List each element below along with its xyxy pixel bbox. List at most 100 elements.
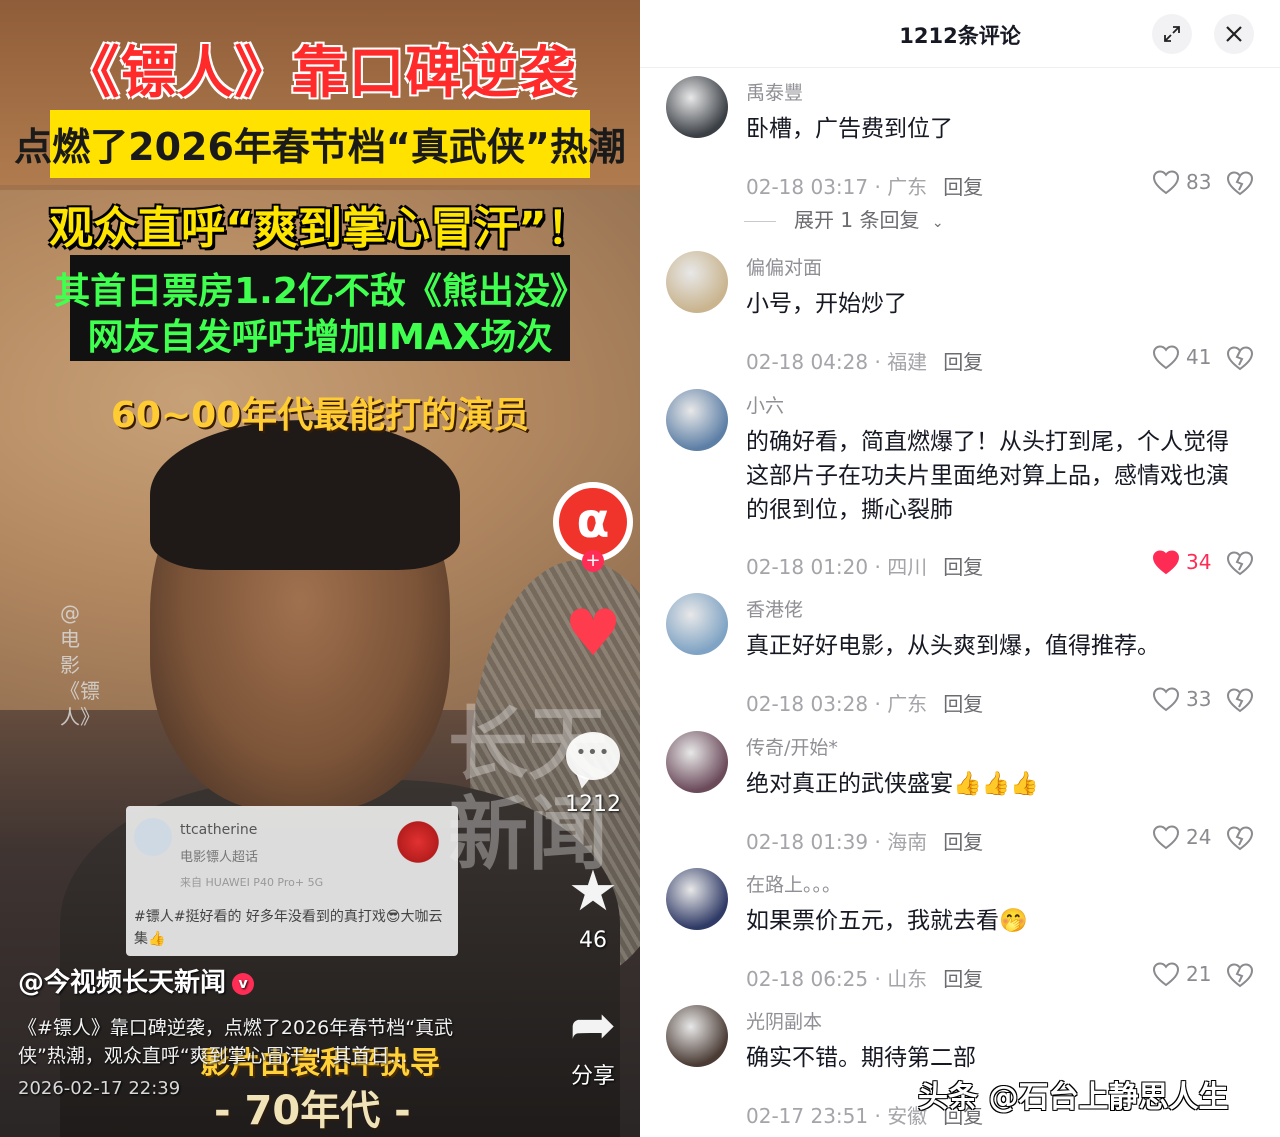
comment-text: 的确好看，简直燃爆了！从头打到尾，个人觉得这部片子在功夫片里面绝对算上品，感情戏… <box>746 429 1229 523</box>
broken-heart-icon[interactable] <box>1226 344 1254 372</box>
comment-like-count: 21 <box>1186 962 1212 986</box>
comment-time: 02-18 01:39 <box>746 830 869 854</box>
comments-panel: 1212条评论 禹泰豐 卧槽，广告费到位了 02-18 03:17 · 广东 回复 83… <box>640 0 1280 1137</box>
comment-like-button[interactable]: 41 <box>1152 344 1211 370</box>
broken-heart-icon[interactable] <box>1226 686 1254 714</box>
comment-text: 如果票价五元，我就去看🤭 <box>746 908 1028 934</box>
follow-plus-icon[interactable]: + <box>582 550 604 572</box>
heart-icon[interactable] <box>1152 169 1180 195</box>
reply-button[interactable]: 回复 <box>943 350 983 374</box>
reply-button[interactable]: 回复 <box>943 692 983 716</box>
heart-icon[interactable]: ♥ <box>548 602 638 666</box>
video-headline-5: 60~00年代最能打的演员 <box>110 395 530 436</box>
broken-heart-icon[interactable] <box>1226 824 1254 852</box>
comment-username[interactable]: 光阴副本 <box>746 1007 822 1034</box>
comment-meta: 02-18 03:17 · 广东 回复 <box>746 171 983 200</box>
comment-text: 绝对真正的武侠盛宴👍👍👍 <box>746 771 1039 797</box>
expand-line <box>744 221 776 222</box>
comment-avatar[interactable] <box>666 389 728 451</box>
comment-text: 小号，开始炒了 <box>746 291 907 317</box>
comment-time: 02-18 04:28 <box>746 350 869 374</box>
comment-like-count: 34 <box>1186 550 1212 574</box>
author-name[interactable]: @今视频长天新闻 <box>18 968 226 998</box>
comment-count: 1212 <box>565 792 621 817</box>
comment-meta: 02-18 01:20 · 四川 回复 <box>746 551 983 580</box>
reply-button[interactable]: 回复 <box>943 967 983 991</box>
chevron-down-icon: ⌄ <box>931 215 944 231</box>
comment-like-button[interactable]: 83 <box>1152 169 1211 195</box>
comment-time: 02-17 23:51 <box>746 1104 869 1128</box>
reply-button[interactable]: 回复 <box>943 175 983 199</box>
expand-icon[interactable] <box>1162 24 1182 44</box>
heart-icon[interactable] <box>1152 686 1180 712</box>
favorite-button[interactable]: ★ 46 <box>548 862 638 954</box>
comment-meta-separator: · <box>868 1104 888 1128</box>
verified-badge-icon: v <box>232 972 255 995</box>
video-date: 2026-02-17 22:39 <box>18 1078 181 1099</box>
comment-username[interactable]: 禹泰豐 <box>746 78 803 105</box>
comment-like-button[interactable]: 24 <box>1152 824 1211 850</box>
comment-region: 山东 <box>887 967 928 991</box>
comment-username[interactable]: 香港佬 <box>746 595 803 622</box>
comment-text: 卧槽，广告费到位了 <box>746 116 953 142</box>
comment-like-count: 41 <box>1186 345 1212 369</box>
broken-heart-icon[interactable] <box>1226 961 1254 989</box>
comment-meta-separator: · <box>868 350 888 374</box>
heart-icon[interactable] <box>1152 824 1180 850</box>
creator-logo-icon: α <box>559 488 627 556</box>
comment-like-button[interactable]: 34 <box>1152 549 1211 575</box>
comment-avatar[interactable] <box>666 251 728 313</box>
comment-username[interactable]: 在路上。。。 <box>746 870 841 897</box>
expand-button[interactable] <box>1152 14 1192 54</box>
comment-avatar[interactable] <box>666 593 728 655</box>
video-headline-4a: 其首日票房1.2亿不敌《熊出没》 <box>54 271 586 312</box>
comment-region: 福建 <box>887 350 928 374</box>
reply-button[interactable]: 回复 <box>943 555 983 579</box>
broken-heart-icon[interactable] <box>1226 169 1254 197</box>
expand-replies-button[interactable]: 展开 1 条回复 ⌄ <box>744 204 944 233</box>
comment-region: 广东 <box>887 692 928 716</box>
inset-topic: 电影镖人超话 <box>180 850 259 865</box>
reply-button[interactable]: 回复 <box>943 830 983 854</box>
video-author[interactable]: @今视频长天新闻 v <box>18 962 255 999</box>
comment-username[interactable]: 偏偏对面 <box>746 253 822 280</box>
comment-avatar[interactable] <box>666 868 728 930</box>
creator-avatar-button[interactable]: α + <box>548 482 638 572</box>
comment-meta-separator: · <box>868 830 888 854</box>
close-icon[interactable] <box>1225 25 1243 43</box>
inset-decoration-icon <box>394 818 442 866</box>
comment-like-button[interactable]: 33 <box>1152 686 1211 712</box>
inset-weibo-card: ttcatherine 电影镖人超话 来自 HUAWEI P40 Pro+ 5G… <box>126 806 458 956</box>
comment-button[interactable]: 1212 <box>548 732 638 817</box>
star-icon[interactable]: ★ <box>548 862 638 922</box>
share-arrow-icon[interactable]: ➦ <box>548 996 638 1056</box>
heart-icon[interactable] <box>1152 344 1180 370</box>
heart-icon[interactable] <box>1152 549 1180 575</box>
site-watermark: 头条 @石台上静思人生 <box>918 1080 1229 1115</box>
video-headline-2: 点燃了2026年春节档“真武侠”热潮 <box>14 125 626 169</box>
comment-bubble-icon[interactable] <box>566 732 620 780</box>
comment-avatar[interactable] <box>666 1005 728 1067</box>
comment-meta-separator: · <box>868 175 888 199</box>
close-button[interactable] <box>1214 14 1254 54</box>
like-button[interactable]: ♥ <box>548 602 638 666</box>
comment-avatar[interactable] <box>666 731 728 793</box>
comment-avatar[interactable] <box>666 76 728 138</box>
inset-device: 来自 HUAWEI P40 Pro+ 5G <box>180 876 324 889</box>
comment-meta-separator: · <box>868 555 888 579</box>
comment-username[interactable]: 小六 <box>746 391 784 418</box>
share-button[interactable]: ➦ 分享 <box>548 996 638 1090</box>
inset-body: #镖人#挺好看的 好多年没看到的真打戏😎大咖云集👍 <box>134 909 443 947</box>
comment-like-button[interactable]: 21 <box>1152 961 1211 987</box>
video-actor-hair <box>150 420 460 570</box>
video-panel[interactable]: 《镖人》靠口碑逆袭 点燃了2026年春节档“真武侠”热潮 观众直呼“爽到掌心冒汗… <box>0 0 640 1137</box>
heart-icon[interactable] <box>1152 961 1180 987</box>
expand-replies-label[interactable]: 展开 1 条回复 <box>794 208 919 232</box>
comment-like-count: 24 <box>1186 825 1212 849</box>
broken-heart-icon[interactable] <box>1226 549 1254 577</box>
comment-username[interactable]: 传奇/开始* <box>746 733 838 760</box>
comment-like-count: 33 <box>1186 687 1212 711</box>
video-caption[interactable]: 《#镖人》靠口碑逆袭，点燃了2026年春节档“真武侠”热潮，观众直呼“爽到掌心冒… <box>18 1014 498 1070</box>
inset-avatar <box>134 818 172 856</box>
inset-username: ttcatherine <box>180 822 258 838</box>
